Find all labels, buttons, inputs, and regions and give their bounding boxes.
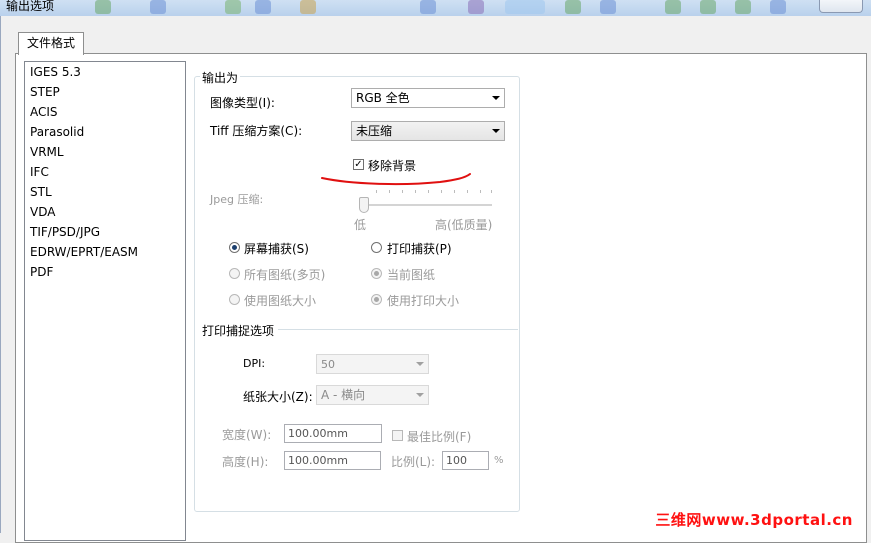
red-underline-mark xyxy=(321,173,471,186)
tab-file-format[interactable]: 文件格式 xyxy=(18,32,85,55)
annotation-overlay xyxy=(321,173,471,186)
site-watermark: 三维网www.3dportal.cn xyxy=(655,511,853,529)
